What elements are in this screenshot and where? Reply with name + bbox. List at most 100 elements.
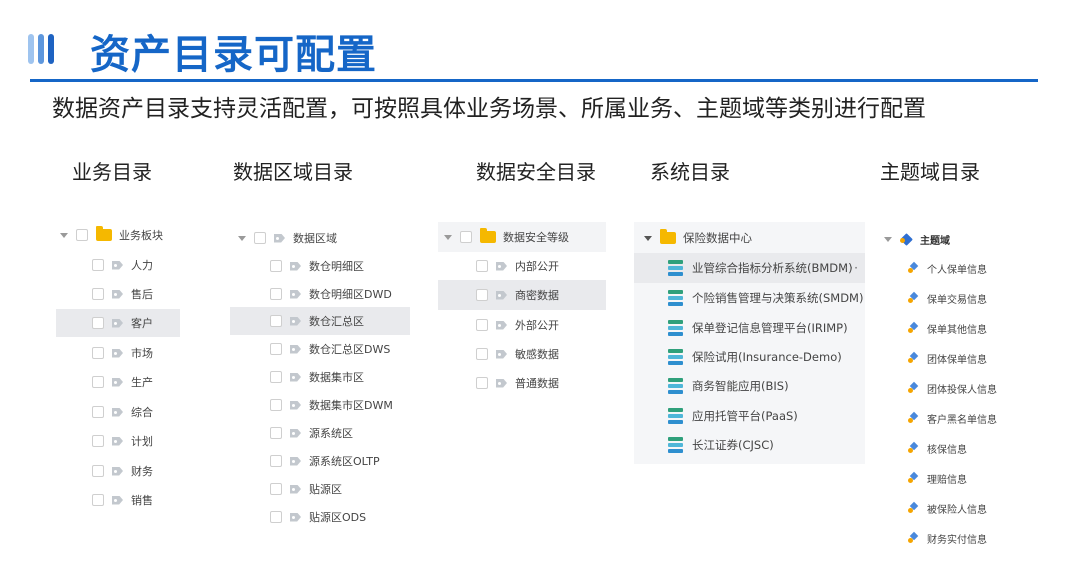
tag-icon [290,316,301,326]
checkbox[interactable] [270,511,282,523]
tree-item-label: 应用托管平台(PaaS) [692,409,798,423]
column-title-theme: 主题域目录 [880,160,980,184]
tree-root-data-area[interactable]: 数据区域 [230,229,410,247]
checkbox[interactable] [476,319,488,331]
tag-icon [496,261,507,271]
checkbox[interactable] [270,483,282,495]
tree-item[interactable]: 财务 [56,462,180,480]
checkbox[interactable] [92,406,104,418]
title-divider [30,79,1038,82]
caret-down-icon[interactable] [238,235,246,241]
tag-icon [496,349,507,359]
tree-item-label: 团体保单信息 [927,354,987,366]
database-icon [668,378,683,394]
tree-item-label: 业管综合指标分析系统(BMDM) [692,261,853,275]
checkbox[interactable] [270,455,282,467]
more-options-icon[interactable]: ··· [845,261,859,275]
tree-item[interactable]: 外部公开 [438,316,606,334]
tree-item[interactable]: 综合 [56,403,180,421]
checkbox[interactable] [92,435,104,447]
theme-tree: 主题域 个人保单信息 保单交易信息 保单其他信息 团体保单信息 团体投保人信息 … [880,228,1010,553]
caret-down-icon[interactable] [884,236,892,242]
tree-item[interactable]: 客户黑名单信息 [880,409,1010,427]
checkbox[interactable] [92,376,104,388]
tree-root-security[interactable]: 数据安全等级 [438,222,606,252]
tree-item[interactable]: 源系统区 [230,424,410,442]
tree-item[interactable]: 长江证券(CJSC) [634,435,865,455]
checkbox[interactable] [476,348,488,360]
checkbox[interactable] [460,231,472,243]
tree-item[interactable]: 保险试用(Insurance-Demo) [634,347,865,367]
tree-item[interactable]: 团体投保人信息 [880,379,1010,397]
tree-item-label: 保单交易信息 [927,294,987,306]
tree-item[interactable]: 内部公开 [438,257,606,275]
tree-item[interactable]: 保单其他信息 [880,319,1010,337]
tree-item-selected[interactable]: 商密数据 [438,280,606,310]
tree-item[interactable]: 计划 [56,432,180,450]
checkbox[interactable] [92,259,104,271]
tree-item-selected[interactable]: 客户 [56,309,180,337]
tree-item[interactable]: 数据集市区DWM [230,396,410,414]
checkbox[interactable] [270,343,282,355]
checkbox[interactable] [92,317,104,329]
checkbox[interactable] [92,494,104,506]
tree-item-label: 内部公开 [515,260,559,273]
tree-item-label: 个险销售管理与决策系统(SMDM) [692,291,864,305]
tree-item[interactable]: 个险销售管理与决策系统(SMDM) [634,288,865,308]
tree-item[interactable]: 理赔信息 [880,469,1010,487]
tree-item[interactable]: 销售 [56,491,180,509]
checkbox[interactable] [92,465,104,477]
tree-item[interactable]: 普通数据 [438,374,606,392]
tree-item-selected[interactable]: 业管综合指标分析系统(BMDM) ··· [634,253,865,283]
tree-item[interactable]: 数据集市区 [230,368,410,386]
tree-item[interactable]: 商务智能应用(BIS) [634,376,865,396]
checkbox[interactable] [270,315,282,327]
tree-item[interactable]: 贴源区 [230,480,410,498]
tree-item-label: 贴源区ODS [309,511,367,524]
tree-item[interactable]: 数仓明细区 [230,257,410,275]
checkbox[interactable] [476,260,488,272]
tree-item[interactable]: 生产 [56,373,180,391]
tree-item[interactable]: 团体保单信息 [880,349,1010,367]
tag-icon [112,260,123,270]
checkbox[interactable] [76,229,88,241]
tree-item-label: 客户 [131,317,153,330]
checkbox[interactable] [270,371,282,383]
database-icon [668,290,683,306]
tree-item[interactable]: 财务实付信息 [880,529,1010,547]
checkbox[interactable] [270,399,282,411]
tree-item[interactable]: 被保险人信息 [880,499,1010,517]
tree-item[interactable]: 应用托管平台(PaaS) [634,406,865,426]
tree-root-system[interactable]: 保险数据中心 [634,229,865,247]
checkbox[interactable] [476,289,488,301]
tree-root-business[interactable]: 业务板块 [56,226,180,244]
data-area-tree: 数据区域 数仓明细区 数仓明细区DWD 数仓汇总区 数仓汇总区DWS 数据集市区… [230,222,410,532]
tree-item[interactable]: 个人保单信息 [880,259,1010,277]
tree-node-label: 保险数据中心 [683,231,752,245]
tree-item[interactable]: 核保信息 [880,439,1010,457]
tree-item[interactable]: 保单交易信息 [880,289,1010,307]
tree-item[interactable]: 人力 [56,256,180,274]
tree-item[interactable]: 敏感数据 [438,345,606,363]
checkbox[interactable] [270,260,282,272]
tree-item[interactable]: 源系统区OLTP [230,452,410,470]
tree-item[interactable]: 数仓汇总区DWS [230,340,410,358]
checkbox[interactable] [254,232,266,244]
caret-down-icon[interactable] [444,234,452,240]
checkbox[interactable] [92,347,104,359]
caret-down-icon[interactable] [60,232,68,238]
system-tree: 保险数据中心 业管综合指标分析系统(BMDM) ··· 个险销售管理与决策系统(… [634,222,865,464]
tree-item[interactable]: 保单登记信息管理平台(IRIMP) [634,318,865,338]
checkbox[interactable] [270,427,282,439]
caret-down-icon[interactable] [644,235,652,241]
checkbox[interactable] [92,288,104,300]
tree-item[interactable]: 售后 [56,285,180,303]
checkbox[interactable] [476,377,488,389]
tree-root-theme[interactable]: 主题域 [880,230,1010,248]
tree-item[interactable]: 市场 [56,344,180,362]
tree-item-label: 人力 [131,259,153,272]
checkbox[interactable] [270,288,282,300]
tree-item-selected[interactable]: 数仓汇总区 [230,307,410,335]
tree-item[interactable]: 数仓明细区DWD [230,285,410,303]
tree-item[interactable]: 贴源区ODS [230,508,410,526]
